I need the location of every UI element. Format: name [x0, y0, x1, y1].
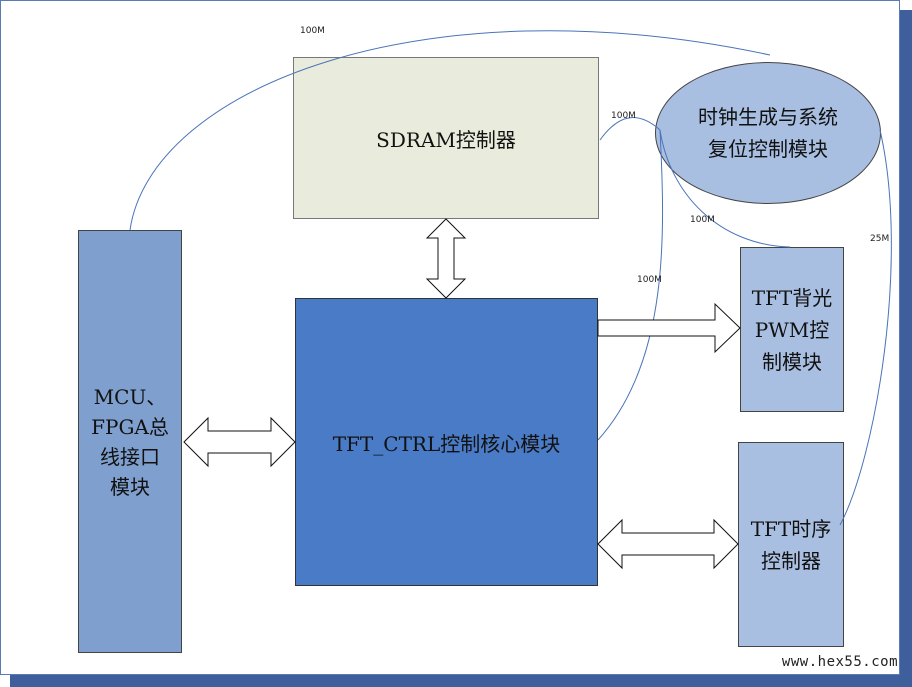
clock-line-to-mcu [129, 30, 771, 231]
edge-label-to-mcu: 100M [300, 26, 325, 36]
edge-label-to-sdram: 100M [611, 111, 636, 121]
edge-label-to-pwm: 100M [690, 215, 715, 225]
watermark-url: www.hex55.com [781, 654, 898, 670]
core-pwm-arrow [597, 302, 741, 354]
sdram-core-bidirectional-arrow [425, 218, 467, 299]
clock-line-to-pwm [659, 129, 791, 248]
edge-label-to-core: 100M [637, 275, 662, 285]
diagram-connections: 100M 100M 100M 100M 25M [129, 26, 892, 570]
core-timing-bidirectional-arrow [597, 518, 739, 570]
clock-line-to-timing [839, 129, 892, 526]
edge-label-to-timing: 25M [870, 234, 889, 244]
mcu-core-bidirectional-arrow [183, 416, 296, 468]
clock-line-to-core [597, 129, 664, 441]
